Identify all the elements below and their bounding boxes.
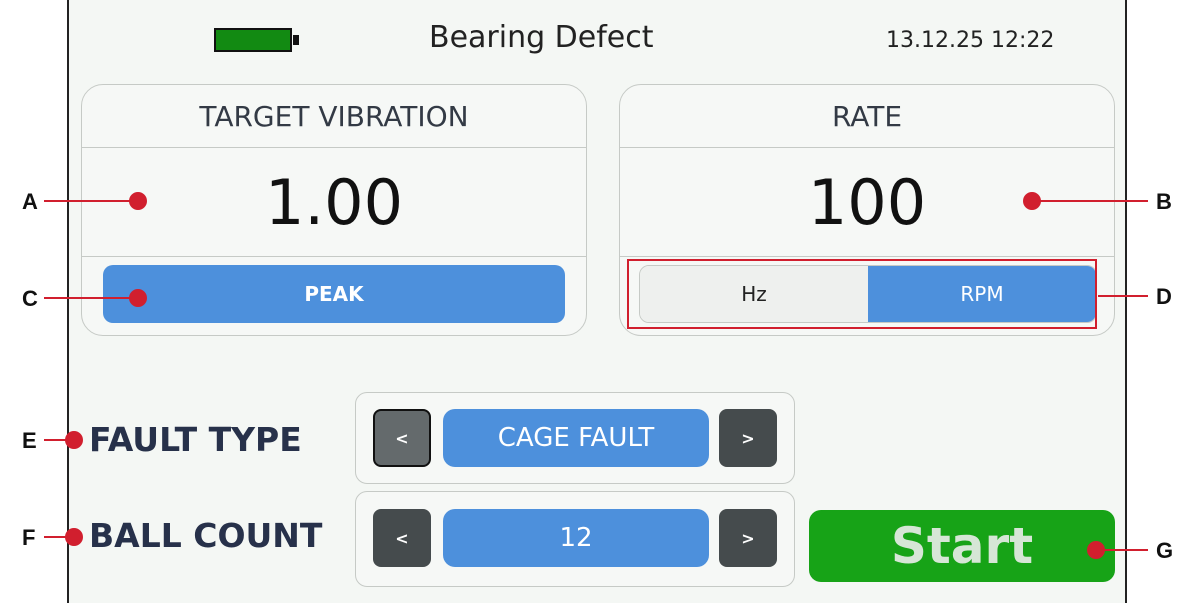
- callout-dot-a: [129, 192, 147, 210]
- callout-label-e: E: [22, 428, 37, 453]
- callout-label-a: A: [22, 189, 38, 214]
- callout-label-b: B: [1156, 189, 1172, 214]
- callout-dot-e: [65, 431, 83, 449]
- callout-dot-b: [1023, 192, 1041, 210]
- callout-dot-f: [65, 528, 83, 546]
- callout-label-d: D: [1156, 284, 1172, 309]
- callout-label-g: G: [1156, 538, 1174, 563]
- callout-dot-g: [1087, 541, 1105, 559]
- callout-label-c: C: [22, 286, 38, 311]
- callout-lines: [44, 192, 1148, 559]
- callout-label-f: F: [22, 525, 36, 550]
- callout-dot-c: [129, 289, 147, 307]
